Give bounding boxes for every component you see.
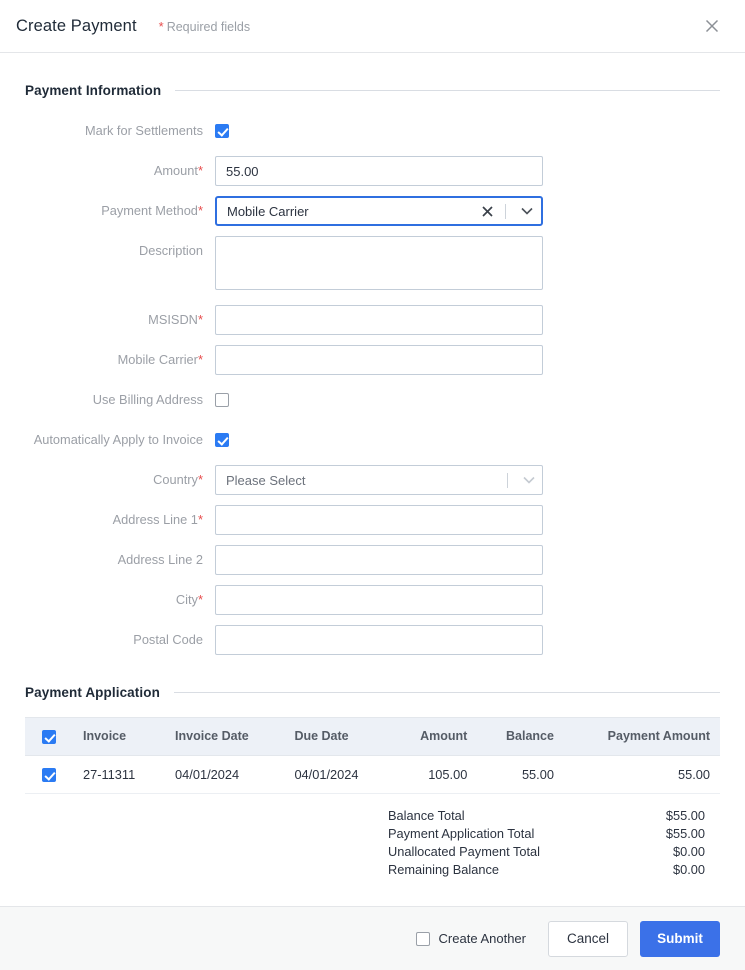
- label-automatically-apply-to-invoice: Automatically Apply to Invoice: [33, 432, 203, 447]
- field-row-mark-for-settlements: Mark for Settlements: [25, 116, 720, 146]
- label-msisdn: MSISDN*: [148, 312, 203, 327]
- cell-due-date: 04/01/2024: [284, 755, 392, 795]
- use-billing-address-checkbox[interactable]: [215, 393, 229, 407]
- field-row-address-line-2: Address Line 2: [25, 545, 720, 575]
- row-select-checkbox[interactable]: [42, 768, 56, 783]
- field-row-msisdn: MSISDN*: [25, 305, 720, 335]
- label-address-line-2: Address Line 2: [117, 552, 203, 567]
- label-mark-for-settlements: Mark for Settlements: [84, 123, 203, 138]
- address-line-2-input[interactable]: [215, 545, 543, 575]
- field-row-postal-code: Postal Code: [25, 625, 720, 655]
- totals-label: Payment Application Total: [388, 825, 535, 841]
- field-row-automatically-apply-to-invoice: Automatically Apply to Invoice: [25, 425, 720, 455]
- payment-method-chevron-down-icon[interactable]: [514, 207, 540, 215]
- country-chevron-down-icon[interactable]: [516, 476, 542, 484]
- create-another-label: Create Another: [438, 931, 526, 946]
- required-asterisk-icon: *: [158, 18, 164, 34]
- field-row-amount: Amount*: [25, 156, 720, 186]
- section-divider: [173, 692, 720, 693]
- adornment-divider: [505, 203, 506, 219]
- automatically-apply-to-invoice-checkbox[interactable]: [215, 433, 229, 447]
- totals-row-balance-total: Balance Total $55.00: [388, 806, 720, 824]
- create-payment-dialog: Create Payment * Required fields Payment…: [0, 0, 745, 970]
- label-postal-code: Postal Code: [133, 632, 203, 647]
- required-fields-label: Required fields: [166, 19, 251, 34]
- label-use-billing-address: Use Billing Address: [92, 392, 203, 407]
- table-header-row: Invoice Invoice Date Due Date Amount Bal…: [25, 717, 720, 756]
- section-divider: [175, 90, 720, 91]
- cell-invoice-date: 04/01/2024: [165, 755, 285, 795]
- label-country: Country*: [153, 472, 203, 487]
- totals-row-unallocated-payment-total: Unallocated Payment Total $0.00: [388, 842, 720, 860]
- totals-label: Unallocated Payment Total: [388, 843, 540, 859]
- section-title: Payment Information: [25, 83, 162, 98]
- create-another-checkbox[interactable]: [415, 931, 430, 946]
- description-textarea[interactable]: [215, 236, 543, 290]
- totals-value: $0.00: [672, 861, 705, 877]
- address-line-1-input[interactable]: [215, 505, 543, 535]
- payment-information-form: Mark for Settlements Amount* Payment Met…: [25, 116, 720, 655]
- row-select-cell: [25, 755, 73, 795]
- page-title: Create Payment: [16, 16, 137, 35]
- label-payment-method: Payment Method*: [101, 203, 203, 218]
- label-city: City*: [175, 592, 203, 607]
- totals-summary: Balance Total $55.00 Payment Application…: [25, 806, 720, 878]
- required-fields-note: * Required fields: [159, 19, 250, 34]
- city-input[interactable]: [215, 585, 543, 615]
- label-mobile-carrier: Mobile Carrier*: [117, 352, 203, 367]
- field-row-payment-method: Payment Method*: [25, 196, 720, 226]
- totals-row-payment-application-total: Payment Application Total $55.00: [388, 824, 720, 842]
- dialog-footer: Create Another Cancel Submit: [0, 906, 745, 970]
- mark-for-settlements-checkbox[interactable]: [215, 124, 229, 138]
- column-header-invoice-date: Invoice Date: [165, 717, 285, 756]
- dialog-body: Payment Information Mark for Settlements…: [0, 53, 745, 906]
- mobile-carrier-input[interactable]: [215, 345, 543, 375]
- cell-invoice: 27-11311: [73, 755, 166, 795]
- section-title: Payment Application: [25, 685, 160, 700]
- country-select[interactable]: Please Select: [215, 465, 543, 495]
- cell-amount: 105.00: [391, 755, 478, 795]
- label-amount: Amount*: [153, 163, 203, 178]
- msisdn-input[interactable]: [215, 305, 543, 335]
- adornment-divider: [507, 472, 508, 488]
- field-row-description: Description: [25, 236, 720, 295]
- field-row-address-line-1: Address Line 1*: [25, 505, 720, 535]
- field-row-country: Country* Please Select: [25, 465, 720, 495]
- create-another-group: Create Another: [415, 931, 526, 946]
- select-all-checkbox[interactable]: [42, 729, 56, 744]
- cell-balance: 55.00: [477, 755, 564, 795]
- postal-code-input[interactable]: [215, 625, 543, 655]
- field-row-use-billing-address: Use Billing Address: [25, 385, 720, 415]
- dialog-header: Create Payment * Required fields: [0, 0, 745, 53]
- select-all-header: [25, 717, 73, 756]
- label-address-line-1: Address Line 1*: [112, 512, 203, 527]
- field-row-mobile-carrier: Mobile Carrier*: [25, 345, 720, 375]
- totals-value: $0.00: [672, 843, 705, 859]
- cell-payment-amount[interactable]: 55.00: [563, 755, 720, 795]
- section-header-payment-application: Payment Application: [25, 685, 720, 700]
- section-header-payment-information: Payment Information: [25, 83, 720, 98]
- column-header-due-date: Due Date: [284, 717, 392, 756]
- totals-label: Balance Total: [388, 807, 465, 823]
- country-selected-value: Please Select: [226, 472, 306, 488]
- label-description: Description: [138, 243, 203, 258]
- cancel-button[interactable]: Cancel: [548, 920, 628, 957]
- column-header-amount: Amount: [391, 717, 478, 756]
- column-header-balance: Balance: [477, 717, 564, 756]
- totals-label: Remaining Balance: [388, 861, 499, 877]
- payment-application-table: Invoice Invoice Date Due Date Amount Bal…: [25, 717, 720, 795]
- table-row: 27-11311 04/01/2024 04/01/2024 105.00 55…: [25, 755, 720, 795]
- submit-button[interactable]: Submit: [640, 920, 720, 957]
- amount-input[interactable]: [215, 156, 543, 186]
- payment-method-clear-icon[interactable]: [477, 205, 497, 217]
- close-icon[interactable]: [697, 11, 727, 41]
- field-row-city: City*: [25, 585, 720, 615]
- column-header-payment-amount: Payment Amount: [563, 717, 720, 756]
- totals-value: $55.00: [665, 825, 705, 841]
- totals-row-remaining-balance: Remaining Balance $0.00: [388, 860, 720, 878]
- column-header-invoice: Invoice: [73, 717, 166, 756]
- totals-value: $55.00: [665, 807, 705, 823]
